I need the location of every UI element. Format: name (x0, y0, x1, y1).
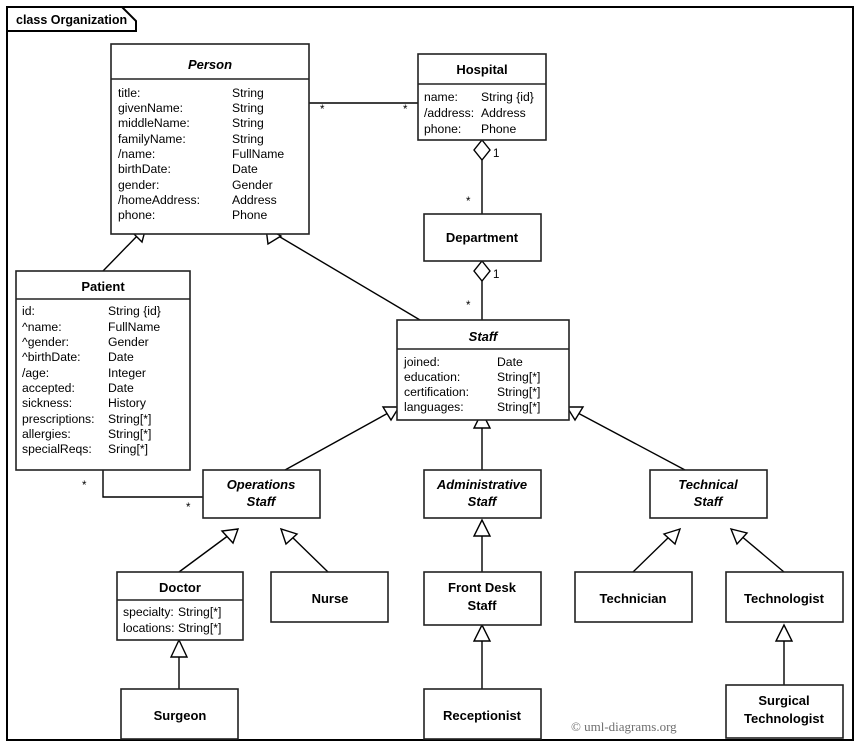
attribute-name: phone: (118, 208, 155, 222)
attribute-name: phone: (424, 122, 461, 136)
attribute-type: String (232, 101, 264, 115)
attribute-name: ^birthDate: (22, 350, 81, 364)
attribute-name: name: (424, 90, 458, 104)
attribute-name: ^name: (22, 320, 62, 334)
attribute-type: Address (232, 193, 277, 207)
attribute-type: Date (497, 355, 523, 369)
class-box-front-desk-staff[interactable]: Front Desk Staff (423, 571, 542, 626)
class-box-person[interactable]: Person title: String givenName: String m… (110, 43, 310, 235)
class-box-surgical-technologist[interactable]: Surgical Technologist (725, 684, 844, 739)
class-name-operations-staff: Operations (227, 477, 296, 492)
class-box-administrative-staff[interactable]: Administrative Staff (423, 469, 542, 519)
class-box-operations-staff[interactable]: Operations Staff (202, 469, 321, 519)
attribute-type: String {id} (481, 90, 534, 104)
class-box-layer: class Organization Person title: String … (6, 6, 854, 741)
class-name-administrative-staff-line2: Staff (468, 494, 498, 509)
attribute-name: languages: (404, 400, 464, 414)
attribute-name: /age: (22, 366, 49, 380)
attribute-type: String[*] (497, 370, 540, 384)
class-box-doctor[interactable]: Doctor specialty: String[*] locations: S… (116, 571, 244, 641)
class-name-technical-staff-line2: Staff (694, 494, 724, 509)
attribute-name: /name: (118, 147, 155, 161)
attribute-type: String {id} (108, 304, 161, 318)
attribute-type: FullName (232, 147, 284, 161)
attribute-name: givenName: (118, 101, 183, 115)
class-box-staff[interactable]: Staff joined: Date education: String[*] … (396, 319, 570, 421)
attribute-type: String[*] (108, 427, 151, 441)
attribute-type: Integer (108, 366, 146, 380)
attribute-name: familyName: (118, 132, 186, 146)
class-name-technical-staff: Technical (678, 477, 738, 492)
attribute-type: String[*] (178, 621, 221, 635)
attribute-type: Date (108, 350, 134, 364)
class-name-hospital: Hospital (456, 62, 507, 77)
attribute-name: title: (118, 86, 140, 100)
attribute-name: certification: (404, 385, 469, 399)
attribute-name: gender: (118, 178, 159, 192)
attribute-name: joined: (403, 355, 440, 369)
attribute-type: Sring[*] (108, 442, 148, 456)
class-name-staff: Staff (469, 329, 499, 344)
class-name-department: Department (446, 230, 519, 245)
class-box-nurse[interactable]: Nurse (270, 571, 389, 623)
attribute-name: middleName: (118, 116, 190, 130)
attribute-name: specialReqs: (22, 442, 92, 456)
class-name-nurse: Nurse (312, 591, 349, 606)
class-name-doctor: Doctor (159, 580, 201, 595)
attribute-type: String[*] (497, 385, 540, 399)
class-name-front-desk-staff: Front Desk (448, 580, 517, 595)
frame-label: class Organization (16, 13, 127, 27)
attribute-type: String[*] (497, 400, 540, 414)
attribute-name: locations: (123, 621, 175, 635)
attribute-type: String[*] (108, 412, 151, 426)
attribute-name: allergies: (22, 427, 71, 441)
class-box-technician[interactable]: Technician (574, 571, 693, 623)
class-name-front-desk-staff-line2: Staff (468, 598, 498, 613)
attribute-name: prescriptions: (22, 412, 94, 426)
class-box-receptionist[interactable]: Receptionist (423, 688, 542, 740)
attribute-type: Date (232, 162, 258, 176)
attribute-type: Address (481, 106, 526, 120)
attribute-name: accepted: (22, 381, 75, 395)
class-name-administrative-staff: Administrative (436, 477, 527, 492)
attribute-name: /homeAddress: (118, 193, 200, 207)
attribute-type: Gender (108, 335, 149, 349)
attribute-name: sickness: (22, 396, 72, 410)
class-box-surgeon[interactable]: Surgeon (120, 688, 239, 740)
attribute-type: String (232, 86, 264, 100)
attribute-name: education: (404, 370, 460, 384)
class-name-surgical-technologist-line2: Technologist (744, 711, 825, 726)
class-name-patient: Patient (81, 279, 125, 294)
class-name-operations-staff-line2: Staff (247, 494, 277, 509)
attribute-name: birthDate: (118, 162, 171, 176)
class-box-hospital[interactable]: Hospital name: String {id} /address: Add… (417, 53, 547, 141)
class-name-technologist: Technologist (744, 591, 825, 606)
attribute-type: String (232, 116, 264, 130)
uml-class-diagram: * * 1 * 1 * * * class Organization Perso… (0, 0, 860, 747)
attribute-name: /address: (424, 106, 474, 120)
class-box-patient[interactable]: Patient id: String {id} ^name: FullName … (15, 270, 191, 471)
class-box-technologist[interactable]: Technologist (725, 571, 844, 623)
attribute-type: Phone (232, 208, 267, 222)
attribute-type: FullName (108, 320, 160, 334)
class-name-person: Person (188, 57, 232, 72)
class-box-technical-staff[interactable]: Technical Staff (649, 469, 768, 519)
attribute-type: String (232, 132, 264, 146)
attribute-type: Phone (481, 122, 516, 136)
class-name-surgical-technologist: Surgical (758, 693, 809, 708)
attribute-type: String[*] (178, 605, 221, 619)
class-name-receptionist: Receptionist (443, 708, 522, 723)
attribute-type: Date (108, 381, 134, 395)
attribute-type: Gender (232, 178, 273, 192)
class-name-technician: Technician (600, 591, 667, 606)
class-name-surgeon: Surgeon (154, 708, 207, 723)
attribute-name: ^gender: (22, 335, 69, 349)
attribute-name: specialty: (123, 605, 174, 619)
attribute-type: History (108, 396, 147, 410)
attribute-name: id: (22, 304, 35, 318)
class-box-department[interactable]: Department (423, 213, 542, 262)
copyright-credit: © uml-diagrams.org (571, 719, 677, 734)
